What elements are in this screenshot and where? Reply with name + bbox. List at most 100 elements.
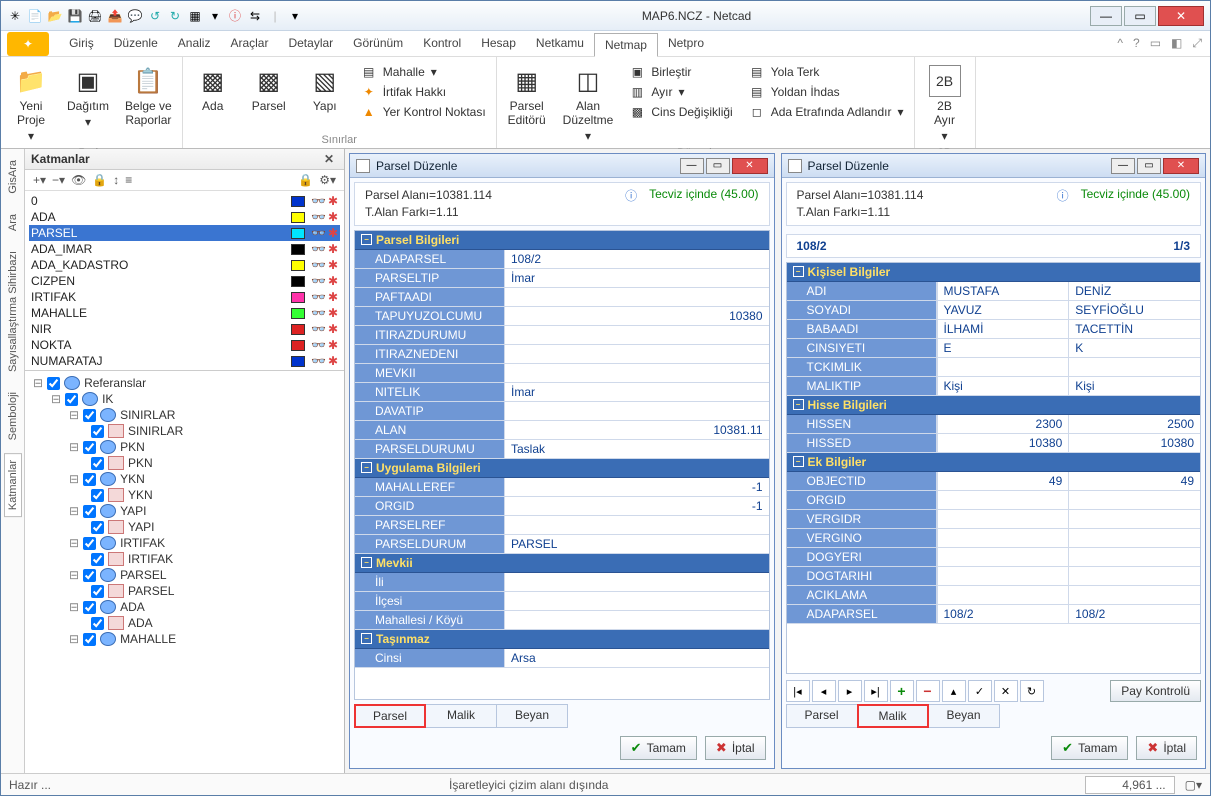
close-button[interactable]: ✕ <box>1158 6 1204 26</box>
next-button[interactable]: ▸ <box>838 680 862 702</box>
parsel-property-grid[interactable]: −Parsel BilgileriADAPARSEL108/2PARSELTIP… <box>354 230 770 700</box>
remove-icon[interactable]: −▾ <box>52 173 65 187</box>
layer-row[interactable]: IRTIFAK👓✱ <box>29 289 340 305</box>
property-row[interactable]: MAHALLEREF-1 <box>355 478 769 497</box>
ok-button[interactable]: ✔Tamam <box>620 736 697 760</box>
property-row[interactable]: İli <box>355 573 769 592</box>
ok-button[interactable]: ✔Tamam <box>1051 736 1128 760</box>
property-row[interactable]: CinsiArsa <box>355 649 769 668</box>
property-row[interactable]: HISSEN23002500 <box>787 415 1201 434</box>
layer-row[interactable]: CIZPEN👓✱ <box>29 273 340 289</box>
property-row[interactable]: ALAN10381.11 <box>355 421 769 440</box>
menu-netkamu[interactable]: Netkamu <box>526 32 594 56</box>
ada-etrafinda-button[interactable]: ◻Ada Etrafında Adlandır ▾ <box>745 103 908 121</box>
dlg-close-button[interactable]: ✕ <box>1163 158 1199 174</box>
layer-row[interactable]: MAHALLE👓✱ <box>29 305 340 321</box>
layout-icon[interactable]: ◧ <box>1171 36 1182 51</box>
property-row[interactable]: Mahallesi / Köyü <box>355 611 769 630</box>
property-row[interactable]: ADIMUSTAFADENİZ <box>787 282 1201 301</box>
2b-ayir-button[interactable]: 2B2B Ayır▾ <box>921 63 969 145</box>
dagitim-button[interactable]: ▣Dağıtım▾ <box>63 63 113 131</box>
property-row[interactable]: ADAPARSEL108/2 <box>355 250 769 269</box>
status-dropdown-icon[interactable]: ▢▾ <box>1185 778 1202 792</box>
property-row[interactable]: ACIKLAMA <box>787 586 1201 605</box>
layer-row[interactable]: PARSEL👓✱ <box>29 225 340 241</box>
property-row[interactable]: PARSELDURUMUTaslak <box>355 440 769 459</box>
yeni-proje-button[interactable]: 📁Yeni Proje▾ <box>7 63 55 145</box>
tree-node[interactable]: ADA <box>29 615 340 631</box>
layer-row[interactable]: 0👓✱ <box>29 193 340 209</box>
settings-icon[interactable]: ▭ <box>1150 36 1161 51</box>
side-tab-3[interactable]: Semboloji <box>4 385 22 447</box>
cancel-button[interactable]: ✖İptal <box>705 736 766 760</box>
gear-icon[interactable]: ⚙▾ <box>319 173 336 187</box>
property-row[interactable]: VERGINO <box>787 529 1201 548</box>
filter-icon[interactable]: ≡ <box>125 173 132 187</box>
property-row[interactable]: PARSELREF <box>355 516 769 535</box>
dlg-min-button[interactable]: — <box>680 158 704 174</box>
malik-property-grid[interactable]: −Kişisel BilgilerADIMUSTAFADENİZSOYADIYA… <box>786 262 1202 674</box>
qat-export-icon[interactable]: 📤 <box>107 8 123 24</box>
dlg-max-button[interactable]: ▭ <box>1137 158 1161 174</box>
property-row[interactable]: SOYADIYAVUZSEYFİOĞLU <box>787 301 1201 320</box>
tab-malik[interactable]: Malik <box>425 704 497 728</box>
tab-beyan[interactable]: Beyan <box>928 704 1000 728</box>
side-tab-0[interactable]: GisAra <box>4 153 22 201</box>
tree-node[interactable]: ⊟ADA <box>29 599 340 615</box>
property-row[interactable]: TCKIMLIK <box>787 358 1201 377</box>
tree-node[interactable]: SINIRLAR <box>29 423 340 439</box>
qat-grid-icon[interactable]: ▦ <box>187 8 203 24</box>
layer-row[interactable]: ADA_KADASTRO👓✱ <box>29 257 340 273</box>
property-row[interactable]: ITIRAZNEDENI <box>355 345 769 364</box>
cancel-button[interactable]: ✖İptal <box>1136 736 1197 760</box>
property-row[interactable]: VERGIDR <box>787 510 1201 529</box>
tree-node[interactable]: ⊟IK <box>29 391 340 407</box>
property-row[interactable]: NITELIKİmar <box>355 383 769 402</box>
panel-close-icon[interactable]: ✕ <box>320 152 338 166</box>
property-row[interactable]: HISSED1038010380 <box>787 434 1201 453</box>
info-icon[interactable]: ⓘ <box>625 187 637 204</box>
tab-malik[interactable]: Malik <box>857 704 929 728</box>
pay-kontrolu-button[interactable]: Pay Kontrolü <box>1110 680 1201 702</box>
birlestir-button[interactable]: ▣Birleştir <box>625 63 736 81</box>
tree-node[interactable]: ⊟YAPI <box>29 503 340 519</box>
property-row[interactable]: MALIKTIPKişiKişi <box>787 377 1201 396</box>
side-tab-4[interactable]: Katmanlar <box>4 453 22 517</box>
fullscreen-icon[interactable]: ⤢ <box>1192 36 1202 51</box>
qat-print-icon[interactable]: 🖨 <box>87 8 103 24</box>
yapi-button[interactable]: ▧Yapı <box>301 63 349 115</box>
property-row[interactable]: DAVATIP <box>355 402 769 421</box>
yer-kontrol-button[interactable]: ▲Yer Kontrol Noktası <box>357 103 490 121</box>
property-row[interactable]: PARSELTIPİmar <box>355 269 769 288</box>
dlg-close-button[interactable]: ✕ <box>732 158 768 174</box>
qat-more-icon[interactable]: ▾ <box>287 8 303 24</box>
layer-row[interactable]: NIR👓✱ <box>29 321 340 337</box>
ada-button[interactable]: ▩Ada <box>189 63 237 115</box>
edit-button[interactable]: ▴ <box>942 680 966 702</box>
tree-node[interactable]: PARSEL <box>29 583 340 599</box>
tree-node[interactable]: ⊟MAHALLE <box>29 631 340 647</box>
tree-node[interactable]: IRTIFAK <box>29 551 340 567</box>
revert-button[interactable]: ✕ <box>994 680 1018 702</box>
yola-terk-button[interactable]: ▤Yola Terk <box>745 63 908 81</box>
commit-button[interactable]: ✓ <box>968 680 992 702</box>
menu-hesap[interactable]: Hesap <box>471 32 526 56</box>
qat-star-icon[interactable]: ✳ <box>7 8 23 24</box>
tree-node[interactable]: ⊟PKN <box>29 439 340 455</box>
help-icon[interactable]: ? <box>1133 36 1140 51</box>
tab-parsel[interactable]: Parsel <box>786 704 858 728</box>
dlg-min-button[interactable]: — <box>1111 158 1135 174</box>
layer-row[interactable]: NOKTA👓✱ <box>29 337 340 353</box>
layer-row[interactable]: NUMARATAJ👓✱ <box>29 353 340 369</box>
tab-beyan[interactable]: Beyan <box>496 704 568 728</box>
qat-redo-icon[interactable]: ↻ <box>167 8 183 24</box>
mahalle-button[interactable]: ▤Mahalle ▾ <box>357 63 490 81</box>
property-row[interactable]: ITIRAZDURUMU <box>355 326 769 345</box>
qat-dropdown-icon[interactable]: ▾ <box>207 8 223 24</box>
menu-kontrol[interactable]: Kontrol <box>413 32 471 56</box>
tree-node[interactable]: PKN <box>29 455 340 471</box>
first-button[interactable]: |◂ <box>786 680 810 702</box>
property-row[interactable]: DOGTARIHI <box>787 567 1201 586</box>
property-row[interactable]: BABAADIİLHAMİTACETTİN <box>787 320 1201 339</box>
property-row[interactable]: İlçesi <box>355 592 769 611</box>
